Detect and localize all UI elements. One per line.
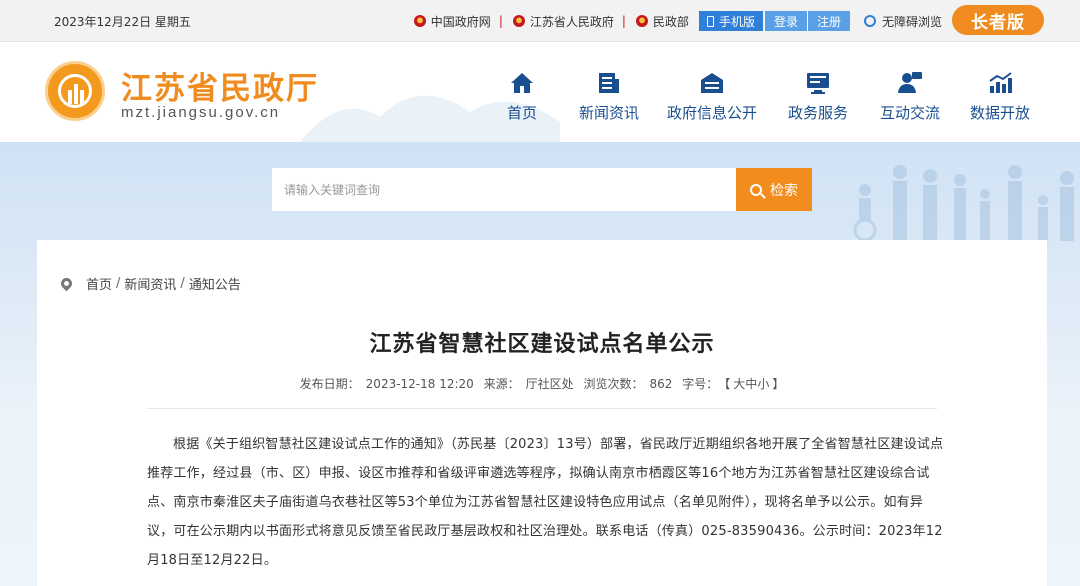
service-icon [807, 73, 829, 94]
top-links: 中国政府网 | 江苏省人民政府 | 民政部 手机版 登录 注册 无障碍浏览 [404, 11, 942, 31]
interaction-icon [898, 72, 922, 93]
breadcrumb: 首页 / 新闻资讯 / 通知公告 [58, 274, 241, 293]
info-icon [701, 73, 723, 93]
link-mca[interactable]: 民政部 [635, 13, 689, 30]
article-meta: 发布日期： 2023-12-18 12:20 来源： 厅社区处 浏览次数： 862 字… [299, 377, 785, 391]
publish-label: 发布日期： [299, 377, 360, 391]
register-button[interactable]: 注册 [807, 11, 850, 31]
publish-date: 2023-12-18 12:20 [365, 377, 474, 391]
search-bar: 检索 [272, 168, 812, 211]
home-icon [511, 73, 533, 93]
link-jiangsu-gov[interactable]: 江苏省人民政府 [512, 13, 614, 30]
accessibility-icon [863, 15, 876, 27]
national-emblem-icon [413, 15, 426, 27]
breadcrumb-home[interactable]: 首页 [86, 274, 112, 293]
nav-info-disclosure[interactable]: 政府信息公开 [662, 70, 762, 123]
views-label: 浏览次数： [583, 377, 644, 391]
nav-news[interactable]: 新闻资讯 [562, 70, 656, 123]
site-url: mzt.jiangsu.gov.cn [121, 104, 281, 121]
divider [147, 408, 937, 409]
source-label: 来源： [483, 377, 520, 391]
national-emblem-icon [635, 15, 648, 27]
nav-home[interactable]: 首页 [492, 70, 552, 123]
article-card: 首页 / 新闻资讯 / 通知公告 江苏省智慧社区建设试点名单公示 发布日期： 20… [37, 240, 1047, 586]
breadcrumb-news[interactable]: 新闻资讯 [124, 274, 176, 293]
top-bar: 2023年12月22日 星期五 中国政府网 | 江苏省人民政府 | 民政部 手机… [0, 0, 1080, 42]
fontsize-label: 字号： [682, 377, 719, 391]
news-icon [599, 73, 619, 93]
data-chart-icon [989, 72, 1012, 93]
fontsize-large[interactable]: 大 [733, 377, 745, 391]
main-nav: 首页 新闻资讯 政府信息公开 政务服务 互动交流 数据开放 [492, 70, 1040, 123]
mobile-version-button[interactable]: 手机版 [698, 11, 763, 31]
breadcrumb-notice[interactable]: 通知公告 [189, 274, 241, 293]
site-logo-icon[interactable] [45, 61, 105, 121]
search-input[interactable] [272, 168, 736, 211]
views-count: 862 [649, 377, 673, 391]
location-pin-icon [58, 275, 75, 292]
article-title: 江苏省智慧社区建设试点名单公示 [369, 332, 715, 357]
national-emblem-icon [512, 15, 525, 27]
fontsize-small[interactable]: 小 [757, 377, 769, 391]
source-value: 厅社区处 [525, 377, 574, 391]
link-gov-cn[interactable]: 中国政府网 [413, 13, 491, 30]
phone-icon [706, 15, 714, 27]
nav-open-data[interactable]: 数据开放 [960, 70, 1040, 123]
nav-gov-services[interactable]: 政务服务 [778, 70, 858, 123]
accessibility-link[interactable]: 无障碍浏览 [863, 13, 942, 30]
login-button[interactable]: 登录 [764, 11, 808, 31]
nav-interaction[interactable]: 互动交流 [870, 70, 950, 123]
people-silhouette-decoration [853, 165, 1074, 242]
fontsize-medium[interactable]: 中 [745, 377, 757, 391]
site-name[interactable]: 江苏省民政厅 [121, 63, 319, 108]
site-header: 江苏省民政厅 mzt.jiangsu.gov.cn 首页 新闻资讯 政府信息公开… [0, 42, 1080, 142]
article-body: 根据《关于组织智慧社区建设试点工作的通知》（苏民基〔2023〕13号）部署，省民… [147, 437, 944, 568]
elder-version-button[interactable]: 长者版 [952, 5, 1044, 35]
current-date: 2023年12月22日 星期五 [54, 15, 191, 29]
search-icon [750, 183, 762, 196]
search-button[interactable]: 检索 [736, 168, 812, 211]
